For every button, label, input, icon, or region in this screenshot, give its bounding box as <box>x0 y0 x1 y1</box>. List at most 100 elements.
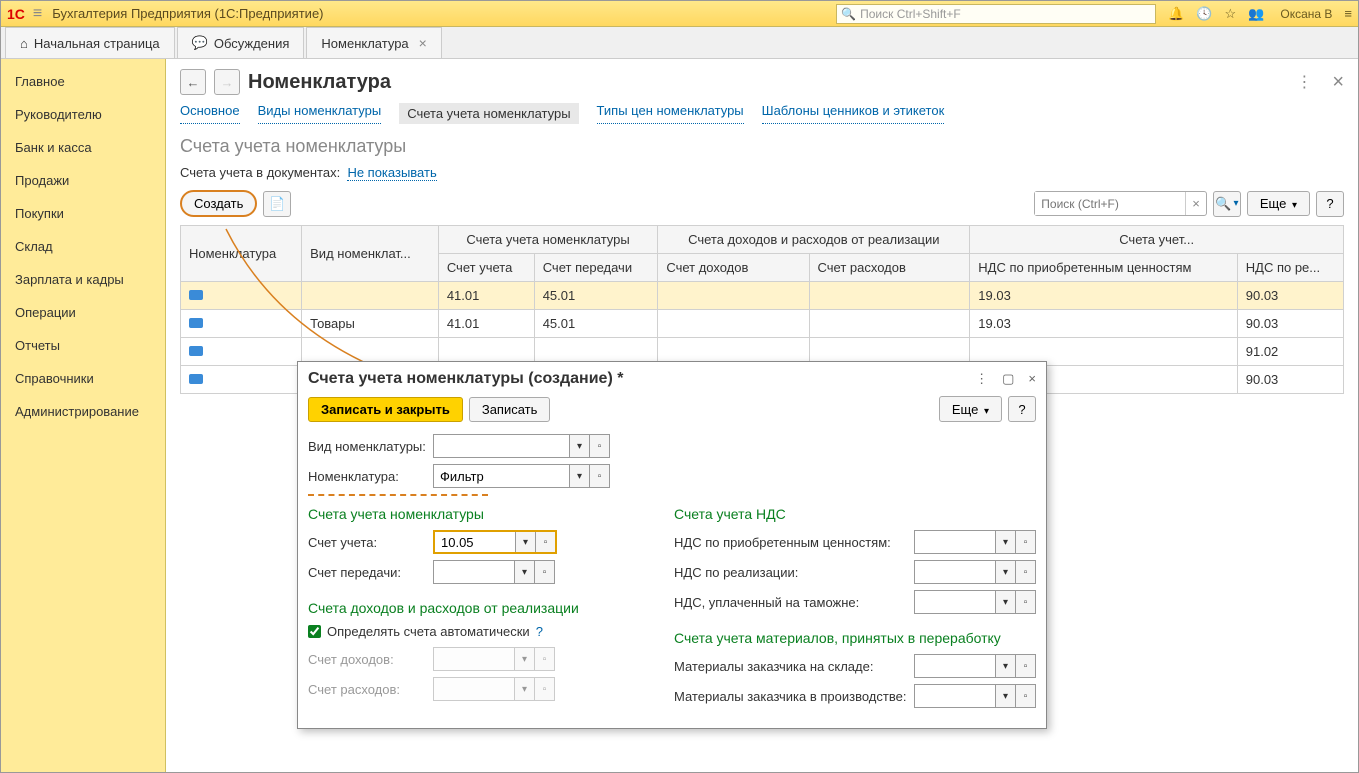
tab-home[interactable]: ⌂ Начальная страница <box>5 27 175 58</box>
vat-customs-input[interactable]: ▾▫ <box>914 590 1036 614</box>
sidebar-item-warehouse[interactable]: Склад <box>1 230 165 263</box>
income-input[interactable]: ▾▫ <box>433 647 555 671</box>
expense-input[interactable]: ▾▫ <box>433 677 555 701</box>
search-button[interactable]: 🔍▾ <box>1213 191 1241 217</box>
chevron-down-icon[interactable]: ▾ <box>514 561 534 583</box>
account-input[interactable]: ▾▫ <box>433 530 557 554</box>
help-button[interactable]: ? <box>1316 191 1344 217</box>
chevron-down-icon[interactable]: ▾ <box>995 531 1015 553</box>
nomenclature-input[interactable]: ▾▫ <box>433 464 610 488</box>
col-nom-type[interactable]: Вид номенклат... <box>302 226 439 282</box>
filter-value-link[interactable]: Не показывать <box>347 165 436 181</box>
menu-icon[interactable]: ≡ <box>1344 6 1352 21</box>
history-icon[interactable]: 🕓 <box>1196 6 1212 22</box>
col-vat-purchase[interactable]: НДС по приобретенным ценностям <box>970 254 1237 282</box>
table-row[interactable]: Товары41.0145.0119.0390.03 <box>181 310 1344 338</box>
table-row[interactable]: 41.0145.0119.0390.03 <box>181 282 1344 310</box>
col-income[interactable]: Счет доходов <box>658 254 809 282</box>
subnav-price-types[interactable]: Типы цен номенклатуры <box>597 103 744 124</box>
table-search[interactable]: × <box>1034 191 1207 216</box>
subnav-accounts[interactable]: Счета учета номенклатуры <box>399 103 578 124</box>
open-icon[interactable]: ▫ <box>1015 561 1035 583</box>
open-icon[interactable]: ▫ <box>535 532 555 552</box>
nomenclature-label: Номенклатура: <box>308 469 433 484</box>
sidebar-item-sales[interactable]: Продажи <box>1 164 165 197</box>
open-icon[interactable]: ▫ <box>1015 655 1035 677</box>
col-vat-sale[interactable]: НДС по ре... <box>1237 254 1343 282</box>
sidebar-item-bank[interactable]: Банк и касса <box>1 131 165 164</box>
chevron-down-icon[interactable]: ▾ <box>569 465 589 487</box>
col-group-income[interactable]: Счета доходов и расходов от реализации <box>658 226 970 254</box>
bell-icon[interactable]: 🔔 <box>1168 6 1184 22</box>
sidebar-item-payroll[interactable]: Зарплата и кадры <box>1 263 165 296</box>
sidebar-item-admin[interactable]: Администрирование <box>1 395 165 428</box>
materials-prod-input[interactable]: ▾▫ <box>914 684 1036 708</box>
tab-nomenclature[interactable]: Номенклатура × <box>306 27 441 58</box>
vat-sale-input[interactable]: ▾▫ <box>914 560 1036 584</box>
open-icon[interactable]: ▫ <box>1015 685 1035 707</box>
chevron-down-icon[interactable]: ▾ <box>514 678 534 700</box>
forward-button[interactable]: → <box>214 69 240 95</box>
col-account[interactable]: Счет учета <box>438 254 534 282</box>
hamburger-icon[interactable]: ≡ <box>33 5 42 23</box>
open-icon[interactable]: ▫ <box>534 561 554 583</box>
open-icon[interactable]: ▫ <box>1015 591 1035 613</box>
subnav: Основное Виды номенклатуры Счета учета н… <box>180 103 1344 124</box>
vat-purchase-input[interactable]: ▾▫ <box>914 530 1036 554</box>
dialog-maximize-icon[interactable]: ▢ <box>1002 371 1014 387</box>
open-icon[interactable]: ▫ <box>1015 531 1035 553</box>
sidebar-item-manager[interactable]: Руководителю <box>1 98 165 131</box>
sidebar-item-purchases[interactable]: Покупки <box>1 197 165 230</box>
col-group-vat[interactable]: Счета учет... <box>970 226 1344 254</box>
open-icon[interactable]: ▫ <box>534 648 554 670</box>
dialog-more-icon[interactable]: ⋮ <box>975 371 988 387</box>
dialog-close-icon[interactable]: × <box>1028 371 1036 387</box>
materials-stock-input[interactable]: ▾▫ <box>914 654 1036 678</box>
auto-checkbox-label: Определять счета автоматически <box>327 624 530 639</box>
more-menu-icon[interactable]: ⋮ <box>1296 72 1312 92</box>
close-page-icon[interactable]: × <box>1332 71 1344 94</box>
open-icon[interactable]: ▫ <box>589 465 609 487</box>
col-transfer[interactable]: Счет передачи <box>534 254 658 282</box>
back-button[interactable]: ← <box>180 69 206 95</box>
chevron-down-icon[interactable]: ▾ <box>995 561 1015 583</box>
auto-checkbox[interactable] <box>308 625 321 638</box>
tab-discussions[interactable]: 💬 Обсуждения <box>177 27 305 58</box>
sidebar-item-main[interactable]: Главное <box>1 65 165 98</box>
chevron-down-icon[interactable]: ▾ <box>995 685 1015 707</box>
tab-nomenclature-label: Номенклатура <box>321 36 408 51</box>
open-icon[interactable]: ▫ <box>534 678 554 700</box>
col-nomenclature[interactable]: Номенклатура <box>181 226 302 282</box>
table-search-input[interactable] <box>1035 192 1185 215</box>
col-group-accounts[interactable]: Счета учета номенклатуры <box>438 226 658 254</box>
create-button[interactable]: Создать <box>180 190 257 217</box>
dialog-help-button[interactable]: ? <box>1008 396 1036 422</box>
more-button[interactable]: Еще ▾ <box>1247 191 1310 216</box>
dialog-more-button[interactable]: Еще ▾ <box>939 396 1002 422</box>
subnav-templates[interactable]: Шаблоны ценников и этикеток <box>762 103 945 124</box>
save-button[interactable]: Записать <box>469 397 551 422</box>
user-icon[interactable]: 👥 <box>1248 6 1264 22</box>
global-search[interactable]: 🔍 Поиск Ctrl+Shift+F <box>836 4 1156 24</box>
sidebar-item-references[interactable]: Справочники <box>1 362 165 395</box>
subnav-main[interactable]: Основное <box>180 103 240 124</box>
star-icon[interactable]: ☆ <box>1225 6 1237 22</box>
chevron-down-icon[interactable]: ▾ <box>569 435 589 457</box>
chevron-down-icon[interactable]: ▾ <box>514 648 534 670</box>
nom-type-input[interactable]: ▾▫ <box>433 434 610 458</box>
transfer-input[interactable]: ▾▫ <box>433 560 555 584</box>
sidebar-item-operations[interactable]: Операции <box>1 296 165 329</box>
chevron-down-icon[interactable]: ▾ <box>515 532 535 552</box>
open-icon[interactable]: ▫ <box>589 435 609 457</box>
close-icon[interactable]: × <box>419 35 427 51</box>
clear-search-icon[interactable]: × <box>1185 192 1206 215</box>
help-link[interactable]: ? <box>536 624 543 639</box>
chevron-down-icon[interactable]: ▾ <box>995 591 1015 613</box>
sidebar-item-reports[interactable]: Отчеты <box>1 329 165 362</box>
income-label: Счет доходов: <box>308 652 433 667</box>
subnav-types[interactable]: Виды номенклатуры <box>258 103 382 124</box>
copy-button[interactable]: 📄 <box>263 191 291 217</box>
save-close-button[interactable]: Записать и закрыть <box>308 397 463 422</box>
col-expense[interactable]: Счет расходов <box>809 254 970 282</box>
chevron-down-icon[interactable]: ▾ <box>995 655 1015 677</box>
